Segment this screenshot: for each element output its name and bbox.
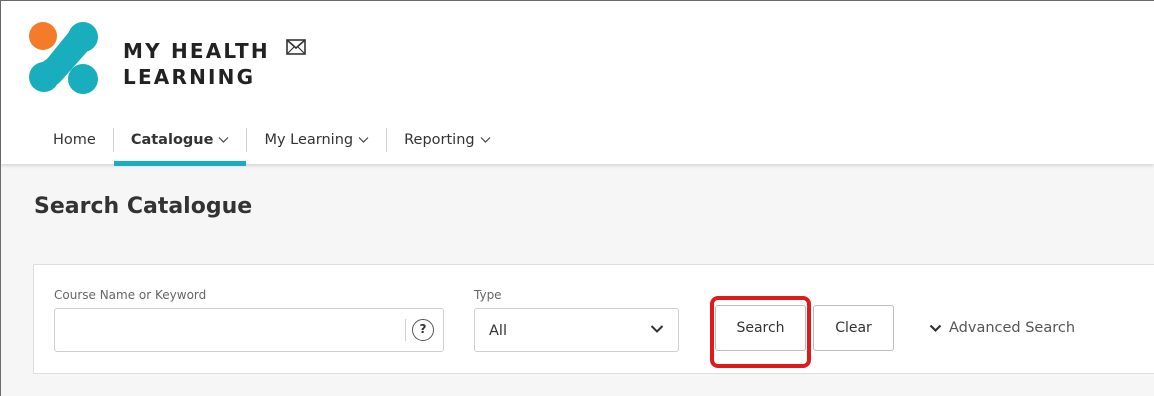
type-selected-value: All: [489, 323, 507, 339]
nav-home-label: Home: [53, 132, 96, 148]
help-icon[interactable]: ?: [412, 319, 434, 341]
clear-button[interactable]: Clear: [813, 305, 894, 351]
nav-catalogue-label: Catalogue: [130, 132, 214, 148]
nav-my-learning-label: My Learning: [264, 132, 354, 148]
nav-home[interactable]: Home: [36, 119, 113, 161]
brand-line-2: LEARNING: [123, 65, 256, 89]
nav-reporting-label: Reporting: [404, 132, 475, 148]
keyword-field: ?: [54, 308, 444, 352]
chevron-down-icon: [358, 137, 369, 143]
chevron-down-icon: [219, 137, 229, 143]
mail-icon[interactable]: [286, 39, 306, 55]
chevron-down-icon: [929, 324, 942, 332]
chevron-down-icon: [480, 137, 491, 143]
main-nav: Home Catalogue My Learning Reporting: [36, 119, 508, 166]
advanced-search-label: Advanced Search: [949, 320, 1076, 336]
page-title: Search Catalogue: [34, 194, 253, 219]
keyword-label: Course Name or Keyword: [54, 288, 207, 302]
my-health-learning-logo[interactable]: [27, 21, 101, 95]
nav-my-learning[interactable]: My Learning: [247, 119, 386, 161]
keyword-input[interactable]: [55, 309, 405, 351]
nav-reporting[interactable]: Reporting: [387, 119, 508, 161]
search-panel: Course Name or Keyword ? Type All Search…: [33, 264, 1154, 374]
field-divider: [405, 319, 406, 341]
brand-line-1: MY HEALTH: [123, 39, 270, 63]
site-header: MY HEALTH LEARNING Home Catalogue My Lea…: [1, 1, 1154, 166]
nav-catalogue[interactable]: Catalogue: [113, 119, 247, 166]
chevron-down-icon: [650, 325, 664, 333]
advanced-search-toggle[interactable]: Advanced Search: [929, 320, 1075, 336]
search-button[interactable]: Search: [715, 305, 806, 351]
main-content: Search Catalogue Course Name or Keyword …: [1, 164, 1154, 396]
brand-name[interactable]: MY HEALTH LEARNING: [123, 38, 270, 90]
type-label: Type: [474, 288, 502, 302]
type-select[interactable]: All: [474, 308, 679, 352]
